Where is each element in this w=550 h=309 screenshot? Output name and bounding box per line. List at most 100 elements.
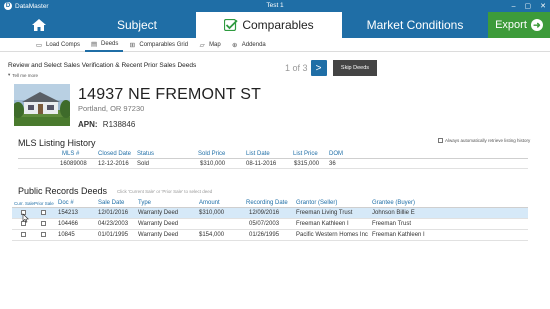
comparables-grid-button[interactable]: ⊞ Comparables Grid xyxy=(123,38,193,52)
public-records-hint: Click 'Current Sale' or 'Prior Sale' to … xyxy=(117,189,213,194)
pr-header-current-sale: Curr. Sale xyxy=(14,201,35,206)
pr-cell-amount: $154,000 xyxy=(199,232,225,238)
export-button[interactable]: Export ➜ xyxy=(488,12,550,38)
mls-cell-list-date: 08-11-2016 xyxy=(246,161,277,167)
mls-table: MLS # Closed Date Status Sold Price List… xyxy=(18,149,528,169)
tell-me-more-label: Tell me more xyxy=(12,72,39,78)
pr-header-type: Type xyxy=(138,200,152,206)
skip-deeds-button[interactable]: Skip Deeds xyxy=(333,60,377,76)
table-row[interactable]: 104466 04/23/2003 Warranty Deed 05/07/20… xyxy=(12,219,528,230)
tab-subject[interactable]: Subject xyxy=(78,12,196,38)
add-icon: ⊕ xyxy=(232,41,238,49)
mls-header-list-date: List Date xyxy=(246,151,270,157)
map-button[interactable]: ▱ Map xyxy=(193,38,226,52)
pr-header-grantee: Grantee (Buyer) xyxy=(372,200,416,206)
property-city: Portland, OR 97230 xyxy=(78,104,145,113)
tab-comparables-label: Comparables xyxy=(242,18,314,32)
pr-cell-type: Warranty Deed xyxy=(138,221,179,227)
pr-header-sale-date: Sale Date xyxy=(98,200,125,206)
mls-table-header: MLS # Closed Date Status Sold Price List… xyxy=(18,149,528,159)
prior-sale-checkbox[interactable] xyxy=(41,232,46,239)
next-button[interactable]: > xyxy=(310,60,327,76)
mls-table-row[interactable]: 16089008 12-12-2016 Sold $310,000 08-11-… xyxy=(18,159,528,169)
pr-cell-grantor: Freeman Living Trust xyxy=(296,210,353,216)
sub-toolbar: ▭ Load Comps ▤ Deeds ⊞ Comparables Grid … xyxy=(0,38,550,52)
apn-value: R138846 xyxy=(102,120,136,129)
current-sale-checkbox[interactable] xyxy=(21,232,26,239)
check-icon xyxy=(224,19,238,31)
pr-header-grantor: Grantor (Seller) xyxy=(296,200,338,206)
pr-cell-type: Warranty Deed xyxy=(138,232,179,238)
mls-section-title: MLS Listing History xyxy=(18,138,96,148)
mls-header-mls-number: MLS # xyxy=(62,151,80,157)
pr-cell-doc-number: 154213 xyxy=(58,210,79,216)
pr-cell-sale-date: 12/01/2016 xyxy=(98,210,129,216)
pr-cell-grantor: Pacific Western Homes Inc xyxy=(296,232,368,238)
export-label: Export xyxy=(495,19,527,31)
mls-cell-status: Sold xyxy=(137,161,150,167)
pr-cell-grantee: Freeman Kathleen I xyxy=(372,232,425,238)
pr-cell-recording-date: 01/26/1995 xyxy=(249,232,280,238)
review-title: Review and Select Sales Verification & R… xyxy=(8,62,197,69)
pr-cell-sale-date: 04/23/2003 xyxy=(98,221,129,227)
prior-sale-checkbox[interactable] xyxy=(41,221,46,228)
property-photo xyxy=(14,84,70,126)
public-records-table: Curr. Sale Prior Sale Doc # Sale Date Ty… xyxy=(12,198,528,241)
tell-me-more-link[interactable]: ▾ Tell me more xyxy=(8,72,38,78)
pr-cell-sale-date: 01/01/1995 xyxy=(98,232,129,238)
always-retrieve-checkbox[interactable] xyxy=(438,138,443,143)
pr-cell-type: Warranty Deed xyxy=(138,210,179,216)
apn-label: APN: xyxy=(78,120,98,129)
mls-header-status: Status xyxy=(137,151,155,157)
property-address: 14937 NE FREMONT ST xyxy=(78,86,262,103)
prior-sale-checkbox[interactable] xyxy=(41,210,46,217)
mls-cell-closed-date: 12-12-2016 xyxy=(98,161,129,167)
mls-cell-dom: 36 xyxy=(329,161,336,167)
deed-pager: 1 of 3 > xyxy=(285,60,327,76)
load-comps-button[interactable]: ▭ Load Comps xyxy=(30,38,85,52)
tab-comparables[interactable]: Comparables xyxy=(196,12,342,38)
window-controls: – ▢ ✕ xyxy=(512,0,546,12)
deeds-button[interactable]: ▤ Deeds xyxy=(85,38,124,52)
comparables-grid-label: Comparables Grid xyxy=(139,41,189,48)
pr-cell-doc-number: 104466 xyxy=(58,221,79,227)
minimize-icon[interactable]: – xyxy=(512,3,516,10)
public-records-title: Public Records Deeds xyxy=(18,186,108,196)
pr-cell-grantee: Johnson Billie E xyxy=(372,210,415,216)
mls-cell-mls-number: 16089008 xyxy=(60,161,87,167)
mls-header-dom: DOM xyxy=(329,151,343,157)
home-button[interactable] xyxy=(0,12,78,38)
addenda-label: Addenda xyxy=(241,41,266,48)
pr-cell-grantee: Freeman Trust xyxy=(372,221,412,227)
document-icon: ▤ xyxy=(90,40,98,48)
pr-cell-amount: $310,000 xyxy=(199,210,225,216)
tab-subject-label: Subject xyxy=(116,18,158,32)
public-records-header: Curr. Sale Prior Sale Doc # Sale Date Ty… xyxy=(12,198,528,208)
chevron-right-icon: > xyxy=(315,62,322,74)
pr-cell-grantor: Freeman Kathleen I xyxy=(296,221,349,227)
maximize-icon[interactable]: ▢ xyxy=(525,2,532,10)
pr-cell-recording-date: 12/09/2016 xyxy=(249,210,280,216)
folder-icon: ▭ xyxy=(35,41,43,49)
addenda-button[interactable]: ⊕ Addenda xyxy=(226,38,271,52)
arrow-right-icon: ➜ xyxy=(530,19,543,31)
pr-cell-doc-number: 10845 xyxy=(58,232,75,238)
window-title: Test 1 xyxy=(266,2,284,9)
pr-cell-recording-date: 05/07/2003 xyxy=(249,221,280,227)
always-retrieve-option[interactable]: Always automatically retrieve listing hi… xyxy=(438,138,530,143)
skip-deeds-label: Skip Deeds xyxy=(340,65,370,71)
table-row[interactable]: 154213 12/01/2016 Warranty Deed $310,000… xyxy=(12,208,528,219)
tab-market-conditions[interactable]: Market Conditions xyxy=(342,12,488,38)
always-retrieve-label: Always automatically retrieve listing hi… xyxy=(445,138,531,143)
caret-down-icon: ▾ xyxy=(8,72,11,77)
mls-cell-list-price: $315,000 xyxy=(294,161,320,167)
close-icon[interactable]: ✕ xyxy=(540,2,546,10)
pr-header-recording-date: Recording Date xyxy=(246,200,288,206)
deeds-label: Deeds xyxy=(101,40,119,47)
property-apn: APN: R138846 xyxy=(78,120,135,129)
pager-text: 1 of 3 xyxy=(285,63,308,73)
pr-header-prior-sale: Prior Sale xyxy=(34,201,54,206)
pr-header-doc-number: Doc # xyxy=(58,200,74,206)
main-navigation: Subject Comparables Market Conditions Ex… xyxy=(0,12,550,38)
table-row[interactable]: 10845 01/01/1995 Warranty Deed $154,000 … xyxy=(12,230,528,241)
